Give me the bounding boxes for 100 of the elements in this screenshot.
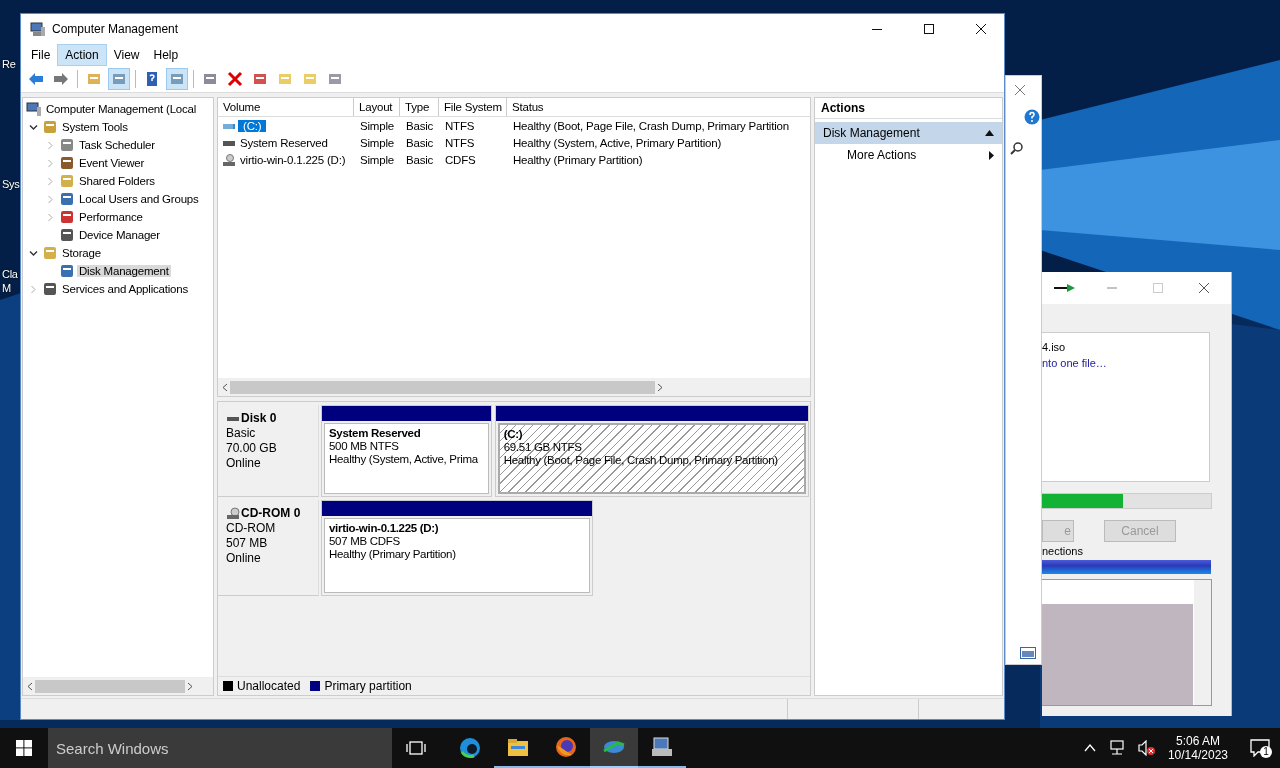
disk-name: Disk 0 — [241, 411, 277, 425]
submenu-arrow-icon — [989, 150, 994, 160]
arrow-icon — [1054, 283, 1076, 293]
windows-logo-icon[interactable] — [16, 740, 32, 756]
notification-button[interactable]: 1 — [1240, 728, 1280, 768]
scroll-left-icon[interactable] — [27, 682, 33, 691]
toolbar-button[interactable] — [166, 68, 188, 90]
table-cell-text: NTFS — [444, 119, 476, 132]
table-cell-text: Healthy (System, Active, Primary Partition) — [512, 136, 723, 149]
column-header[interactable]: Status — [507, 98, 810, 116]
desktop-icon-label[interactable]: Sys — [2, 178, 20, 190]
action-section-header[interactable]: Disk Management — [815, 122, 1002, 144]
disk-info-panel[interactable]: Disk 0 Basic 70.00 GB Online — [218, 405, 319, 497]
partition-block[interactable]: (C:) 69.51 GB NTFS Healthy (Boot, Page File, Crash Dump, Primary Partition) — [494, 405, 809, 497]
tree-item[interactable]: Shared Folders — [77, 175, 157, 187]
section-label: nections — [1042, 545, 1084, 557]
tree-item[interactable]: Device Manager — [77, 229, 162, 241]
disk-status: Online — [226, 456, 262, 470]
table-cell[interactable]: virtio-win-0.1.225 (D:) — [238, 153, 348, 166]
tree-node-icon — [59, 209, 75, 225]
menu-item[interactable]: Action — [57, 44, 107, 66]
partition-name: virtio-win-0.1.225 (D:) — [329, 522, 440, 534]
partition-size: 500 MB NTFS — [329, 440, 400, 452]
tree-item[interactable]: Storage — [60, 247, 103, 259]
clock-time[interactable]: 5:06 AM — [1175, 734, 1220, 748]
speaker-muted-icon[interactable] — [1137, 740, 1156, 756]
taskbar-app[interactable] — [590, 728, 638, 768]
legend-label: Unallocated — [237, 679, 301, 693]
maximize-icon[interactable] — [923, 23, 935, 35]
disk-type: CD-ROM — [226, 521, 277, 535]
disk-name: CD-ROM 0 — [241, 506, 301, 520]
clock-date[interactable]: 10/14/2023 — [1167, 748, 1228, 762]
task-view-icon[interactable] — [406, 741, 426, 755]
column-header[interactable]: Volume — [218, 98, 354, 116]
column-header[interactable]: Type — [400, 98, 439, 116]
network-icon[interactable] — [1107, 740, 1126, 756]
table-cell[interactable]: System Reserved — [238, 136, 330, 149]
horizontal-scrollbar[interactable] — [218, 378, 810, 396]
disk-status: Online — [226, 551, 262, 565]
tree-node-icon — [59, 137, 75, 153]
table-cell-text: Basic — [405, 153, 435, 166]
action-item[interactable]: More Actions — [815, 144, 1002, 166]
chat-bubble-icon — [1250, 739, 1270, 757]
disk-size: 70.00 GB — [226, 441, 278, 455]
column-header[interactable]: File System — [439, 98, 507, 116]
scroll-left-icon[interactable] — [222, 383, 228, 392]
tree-item[interactable]: Task Scheduler — [77, 139, 157, 151]
table-cell[interactable]: (C:) — [238, 119, 267, 132]
menu-item[interactable]: File — [24, 45, 58, 65]
search-field[interactable]: Search Windows — [48, 728, 392, 768]
search-icon[interactable] — [1010, 141, 1024, 155]
chevron-up-icon[interactable] — [1083, 744, 1096, 752]
legend-label: Primary partition — [324, 679, 412, 693]
tree-node-icon — [59, 173, 75, 189]
column-header[interactable]: Layout — [354, 98, 400, 116]
tree-item[interactable]: Disk Management — [77, 265, 171, 277]
notification-count: 1 — [1260, 746, 1272, 758]
disc-drive-icon — [222, 153, 236, 166]
scrollbar[interactable] — [1194, 580, 1211, 705]
link[interactable]: nto one file… — [1042, 357, 1209, 369]
partition-block[interactable]: System Reserved 500 MB NTFS Healthy (System, Active, Prima — [321, 405, 492, 497]
browser-icon — [458, 736, 482, 760]
horizontal-scrollbar[interactable] — [23, 677, 213, 695]
help-icon — [144, 71, 160, 87]
tree-item[interactable]: Services and Applications — [60, 283, 191, 295]
desktop-icon-label[interactable]: Re — [2, 58, 16, 70]
menu-item[interactable]: View — [106, 45, 147, 65]
toolbar-button[interactable] — [108, 68, 130, 90]
help-icon[interactable] — [1024, 109, 1040, 125]
computer-management-icon — [26, 101, 42, 117]
partition-size: 69.51 GB NTFS — [503, 441, 583, 453]
tree-item[interactable]: Computer Management (Local — [44, 103, 199, 115]
table-cell-text: Basic — [405, 119, 435, 132]
disk-size: 507 MB — [226, 536, 269, 550]
tree-node-icon — [42, 119, 58, 135]
scroll-right-icon[interactable] — [187, 682, 193, 691]
menu-item[interactable]: Help — [146, 45, 186, 65]
close-icon[interactable] — [1198, 282, 1210, 294]
desktop-icon-label[interactable]: Cla — [2, 268, 18, 280]
tree-item[interactable]: Performance — [77, 211, 145, 223]
partition-status: Healthy (Primary Partition) — [329, 548, 457, 560]
browser-icon — [554, 735, 578, 759]
partition-size: 507 MB CDFS — [329, 535, 401, 547]
close-icon[interactable] — [975, 23, 987, 35]
desktop-icon-label[interactable]: M — [2, 282, 11, 294]
tree-item[interactable]: Event Viewer — [77, 157, 147, 169]
partition-block[interactable]: virtio-win-0.1.225 (D:) 507 MB CDFS Healthy (Primary Partition) — [321, 500, 593, 596]
computer-management-icon — [30, 21, 46, 37]
panel-icon — [111, 71, 127, 87]
disk-info-panel[interactable]: CD-ROM 0 CD-ROM 507 MB Online — [218, 500, 319, 596]
pane-title: Actions — [815, 98, 1002, 119]
tree-item[interactable]: Local Users and Groups — [77, 193, 201, 205]
forward-arrow-icon — [53, 71, 69, 87]
table-cell-text: Simple — [359, 153, 395, 166]
scroll-right-icon[interactable] — [657, 383, 663, 392]
tree-item[interactable]: System Tools — [60, 121, 130, 133]
tree-node-icon — [59, 227, 75, 243]
table-cell-text: NTFS — [444, 136, 476, 149]
view-icon[interactable] — [1020, 647, 1036, 659]
window-title: Computer Management — [52, 22, 180, 36]
